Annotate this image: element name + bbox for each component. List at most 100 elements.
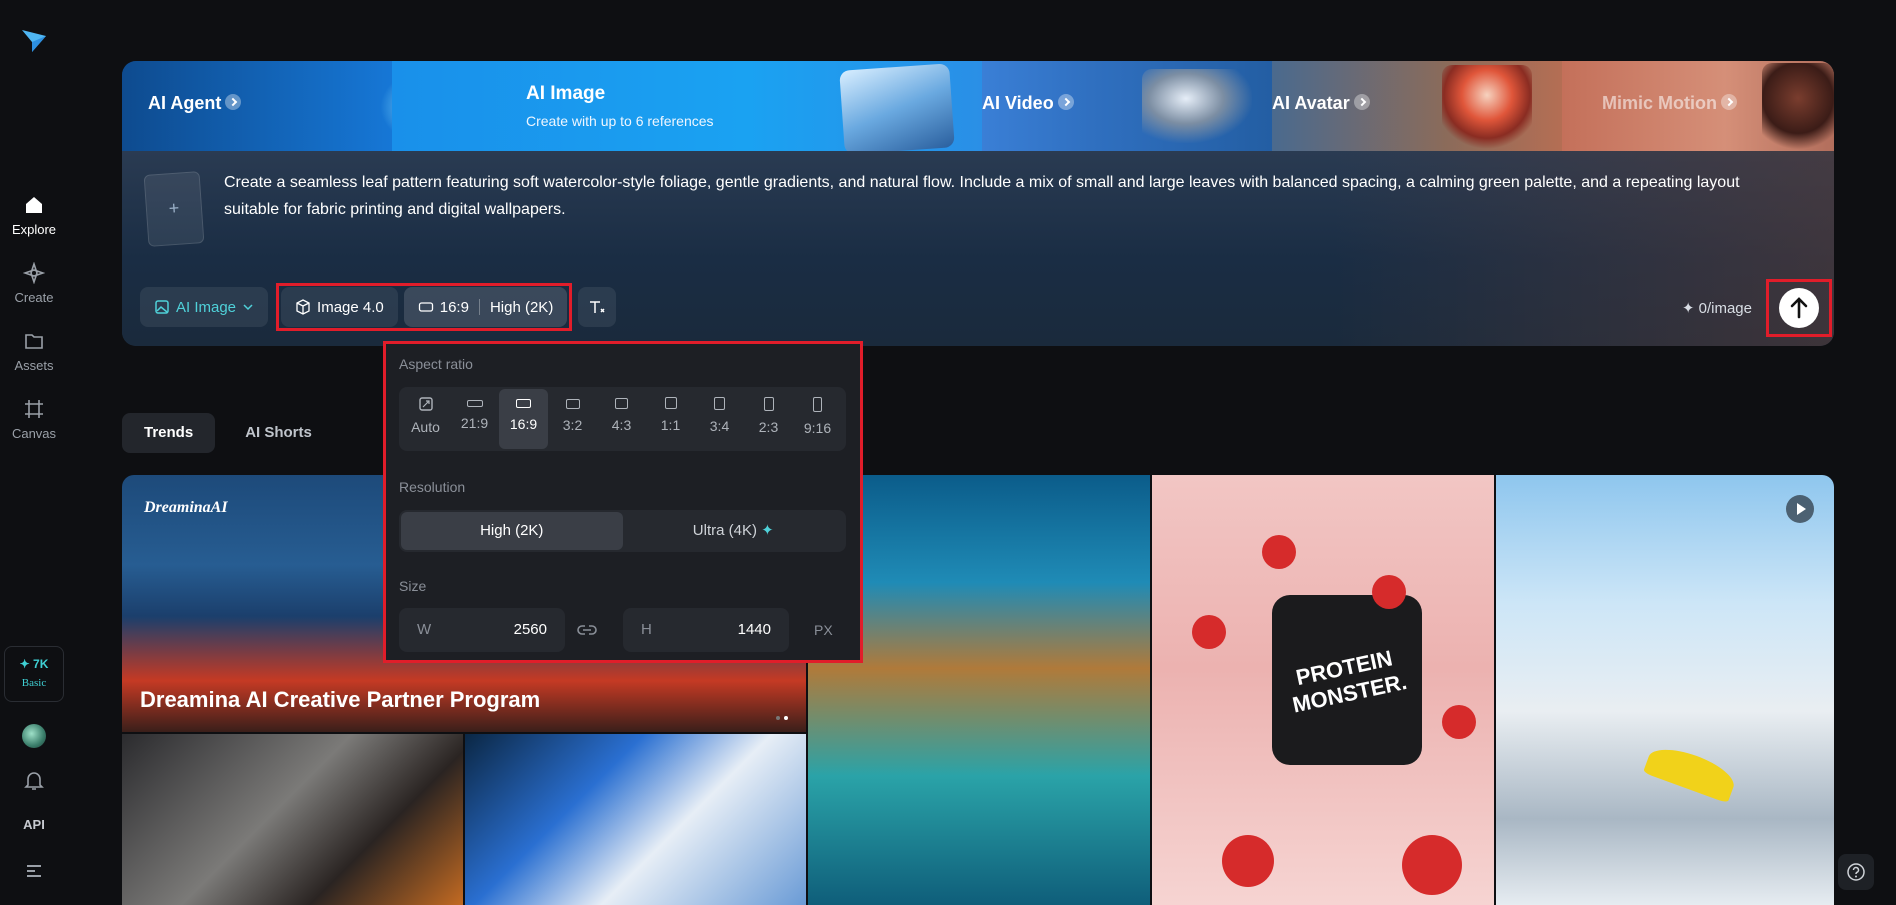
sparkle-icon	[23, 262, 45, 284]
ratio-option-auto[interactable]: Auto	[401, 389, 450, 449]
gallery-card-statue[interactable]	[122, 734, 463, 905]
jar-label: PROTEIN MONSTER.	[1290, 645, 1409, 718]
chevron-down-icon	[243, 304, 253, 311]
sidebar-item-create[interactable]: Create	[0, 262, 68, 305]
plan-label: Basic	[21, 677, 47, 689]
divider	[478, 299, 480, 315]
resolution-label: High (2K)	[489, 298, 554, 316]
cube-icon	[296, 299, 310, 315]
ai-video-label: AI Video	[982, 93, 1054, 113]
ratio-option-3-2[interactable]: 3:2	[548, 389, 597, 449]
ratio-option-16-9[interactable]: 16:9	[499, 389, 548, 449]
text-style-button[interactable]	[578, 287, 617, 327]
chevron-right-icon	[225, 94, 242, 111]
ratio-icon	[418, 302, 433, 312]
image-icon	[155, 300, 169, 314]
mode-label: AI Image	[176, 298, 237, 316]
banner-mimic-motion[interactable]: Mimic Motion	[1562, 61, 1834, 151]
mode-selector[interactable]: AI Image	[140, 287, 269, 327]
menu-icon[interactable]	[25, 863, 43, 879]
plus-icon: +	[167, 197, 180, 219]
width-field[interactable]: W 2560	[399, 608, 565, 652]
text-format-icon	[590, 301, 605, 313]
home-icon	[26, 197, 42, 213]
arrow-up-icon	[1790, 297, 1808, 319]
ai-image-title: AI Image	[526, 83, 606, 104]
avatar-artwork	[1442, 65, 1532, 151]
prompt-area: + Create a seamless leaf pattern featuri…	[122, 151, 1834, 346]
mimic-motion-label: Mimic Motion	[1602, 93, 1717, 113]
tab-ai-shorts[interactable]: AI Shorts	[223, 413, 334, 453]
prompt-input[interactable]: Create a seamless leaf pattern featuring…	[224, 169, 1764, 223]
prompt-toolbar: AI Image Image 4.0 16:9 High (2K)	[140, 283, 624, 331]
question-icon	[1847, 863, 1865, 881]
highlighted-settings-group: Image 4.0 16:9 High (2K)	[276, 283, 573, 331]
banner-ai-video[interactable]: AI Video	[982, 61, 1272, 151]
sidebar-item-label: Canvas	[11, 426, 57, 441]
feature-banner: AI Agent AI Image Create with up to 6 re…	[122, 61, 1834, 155]
sidebar-item-assets[interactable]: Assets	[0, 330, 68, 373]
sidebar-item-label: Create	[14, 290, 54, 305]
carousel-dots[interactable]	[772, 707, 788, 725]
mimic-artwork	[1762, 63, 1834, 151]
height-label: H	[641, 621, 652, 638]
protein-jar: PROTEIN MONSTER.	[1272, 595, 1422, 765]
chevron-right-icon	[1353, 94, 1370, 111]
price-per-image: ✦ 0/image	[1681, 300, 1752, 317]
ai-agent-label: AI Agent	[148, 93, 222, 113]
strawberry	[1222, 835, 1274, 887]
paraglider	[1642, 740, 1740, 804]
ratio-resolution-selector[interactable]: 16:9 High (2K)	[403, 287, 568, 327]
ratio-option-21-9[interactable]: 21:9	[450, 389, 499, 449]
gallery-card-polar-bear[interactable]	[465, 734, 806, 905]
bell-icon[interactable]	[24, 770, 44, 792]
canvas-icon	[25, 400, 43, 418]
strawberry	[1402, 835, 1462, 895]
ratio-option-9-16[interactable]: 9:16	[793, 389, 842, 449]
sparkle-icon: ✦	[761, 522, 774, 539]
link-dimensions-icon[interactable]	[576, 621, 598, 639]
ai-image-subtitle: Create with up to 6 references	[526, 113, 714, 129]
gallery-card-protein[interactable]: PROTEIN MONSTER.	[1152, 475, 1494, 905]
play-icon[interactable]	[1786, 495, 1814, 523]
resolution-options: High (2K) Ultra (4K) ✦	[399, 510, 846, 552]
promo-title: Dreamina AI Creative Partner Program	[140, 687, 541, 712]
aspect-ratio-heading: Aspect ratio	[399, 356, 473, 372]
sidebar: Explore Create Assets Canvas ✦ 7K Basic …	[0, 0, 68, 905]
model-label: Image 4.0	[317, 298, 384, 316]
model-selector[interactable]: Image 4.0	[281, 287, 398, 327]
video-artwork	[1142, 69, 1252, 143]
banner-ai-image[interactable]: AI Image Create with up to 6 references	[392, 61, 982, 155]
height-value: 1440	[737, 621, 771, 638]
generate-button[interactable]	[1766, 279, 1832, 337]
dreamina-logo-icon[interactable]	[18, 24, 50, 56]
add-reference-button[interactable]: +	[143, 171, 205, 247]
resolution-heading: Resolution	[399, 479, 466, 495]
unit-label: PX	[814, 622, 833, 638]
credits-amount: ✦ 7K	[19, 657, 49, 671]
width-value: 2560	[513, 621, 547, 638]
resolution-option-ultra[interactable]: Ultra (4K) ✦	[623, 512, 845, 550]
sidebar-item-explore[interactable]: Explore	[0, 194, 68, 237]
gallery-card-paraglider[interactable]	[1496, 475, 1834, 905]
banner-ai-avatar[interactable]: AI Avatar	[1272, 61, 1562, 151]
api-link[interactable]: API	[0, 817, 68, 832]
aspect-ratio-options: Auto 21:9 16:9 3:2 4:3 1:1 3:4 2:3 9:16	[399, 387, 846, 451]
ratio-option-2-3[interactable]: 2:3	[744, 389, 793, 449]
image-artwork	[839, 63, 955, 155]
resolution-option-high[interactable]: High (2K)	[401, 512, 623, 550]
help-button[interactable]	[1838, 854, 1874, 890]
ratio-option-3-4[interactable]: 3:4	[695, 389, 744, 449]
generator-panel: AI Agent AI Image Create with up to 6 re…	[122, 61, 1834, 346]
banner-ai-agent[interactable]: AI Agent	[122, 61, 490, 151]
ai-avatar-label: AI Avatar	[1272, 93, 1350, 113]
size-heading: Size	[399, 578, 427, 594]
sidebar-item-canvas[interactable]: Canvas	[0, 398, 68, 441]
ratio-option-1-1[interactable]: 1:1	[646, 389, 695, 449]
avatar[interactable]	[22, 724, 46, 748]
credits-badge[interactable]: ✦ 7K Basic	[4, 646, 64, 702]
chevron-right-icon	[1721, 94, 1737, 111]
ratio-option-4-3[interactable]: 4:3	[597, 389, 646, 449]
tab-trends[interactable]: Trends	[122, 413, 216, 453]
height-field[interactable]: H 1440	[623, 608, 789, 652]
